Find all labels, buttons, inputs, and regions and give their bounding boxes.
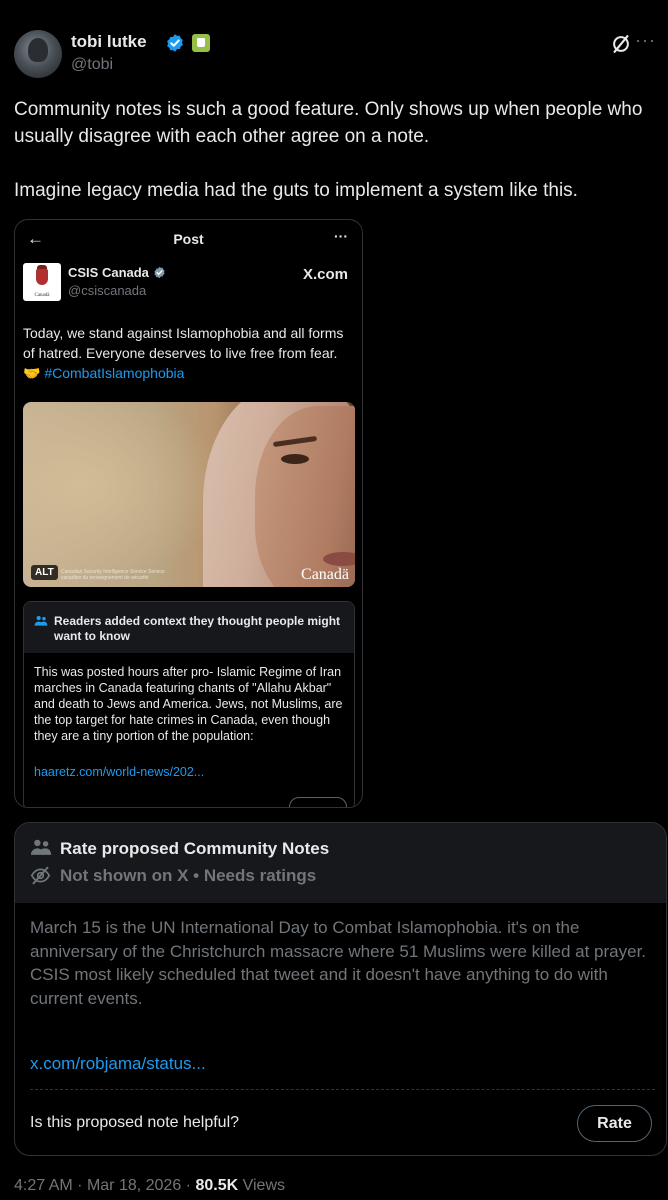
- helpful-question: Is this proposed note helpful?: [30, 1114, 240, 1131]
- views-count: 80.5K: [195, 1177, 239, 1194]
- eye-off-icon: [30, 866, 51, 885]
- embed-cut-off-button: [289, 797, 347, 807]
- embed-note-title: Readers added context they thought peopl…: [54, 614, 341, 643]
- people-icon: [30, 839, 52, 855]
- embed-header: ← Post ···: [15, 220, 362, 258]
- gray-verified-icon: [154, 266, 165, 279]
- proposed-note-status: Not shown on X • Needs ratings: [60, 866, 317, 885]
- people-icon: [34, 616, 48, 626]
- grok-icon[interactable]: [610, 33, 632, 55]
- embed-account-handle: @csiscanada: [68, 283, 147, 298]
- proposed-note-card: Rate proposed Community Notes Not shown …: [14, 822, 667, 1156]
- alt-badge: ALT: [31, 565, 58, 580]
- more-icon[interactable]: ···: [635, 30, 656, 51]
- xcom-watermark: X.com: [302, 266, 348, 283]
- proposed-note-body: March 15 is the UN International Day to …: [30, 918, 647, 1008]
- author-handle[interactable]: @tobi: [71, 56, 113, 74]
- embedded-post-screenshot[interactable]: ← Post ··· Canadä CSIS Canada @csiscanad…: [14, 219, 363, 808]
- embed-community-note: Readers added context they thought peopl…: [23, 601, 355, 807]
- tweet-text: Community notes is such a good feature. …: [14, 99, 643, 201]
- tweet-meta: 4:27 AM · Mar 18, 2026 · 80.5K Views: [14, 1177, 285, 1194]
- embed-hashtag: #CombatIslamophobia: [44, 365, 185, 381]
- views-label: Views: [242, 1177, 285, 1194]
- post-date[interactable]: Mar 18, 2026: [87, 1177, 181, 1194]
- embed-note-link: haaretz.com/world-news/202...: [34, 765, 205, 779]
- author-name[interactable]: tobi lutke: [71, 32, 147, 52]
- csis-logo: Canadä: [23, 263, 61, 301]
- verified-badge-icon: [167, 34, 183, 52]
- canada-wordmark: Canadä: [301, 566, 349, 583]
- embed-header-title: Post: [173, 231, 204, 247]
- image-agency-text: Canadian Security Intelligence Service S…: [61, 569, 165, 581]
- embed-account-name: CSIS Canada: [68, 265, 149, 280]
- embed-post-text: Today, we stand against Islamophobia and…: [23, 325, 344, 381]
- shopify-badge-icon[interactable]: [192, 34, 210, 52]
- proposed-note-link[interactable]: x.com/robjama/status...: [30, 1054, 206, 1074]
- embed-more-icon: ···: [334, 228, 348, 244]
- divider: [30, 1089, 655, 1090]
- embed-note-body: This was posted hours after pro- Islamic…: [34, 665, 343, 743]
- avatar[interactable]: [14, 30, 62, 78]
- tweet-author-header: tobi lutke @tobi ···: [14, 30, 656, 80]
- embed-post-image: ALT Canadian Security Intelligence Servi…: [23, 402, 355, 587]
- rate-button[interactable]: Rate: [577, 1105, 652, 1142]
- proposed-note-header: Rate proposed Community Notes Not shown …: [15, 823, 666, 903]
- post-time[interactable]: 4:27 AM: [14, 1177, 73, 1194]
- proposed-note-title: Rate proposed Community Notes: [60, 839, 330, 858]
